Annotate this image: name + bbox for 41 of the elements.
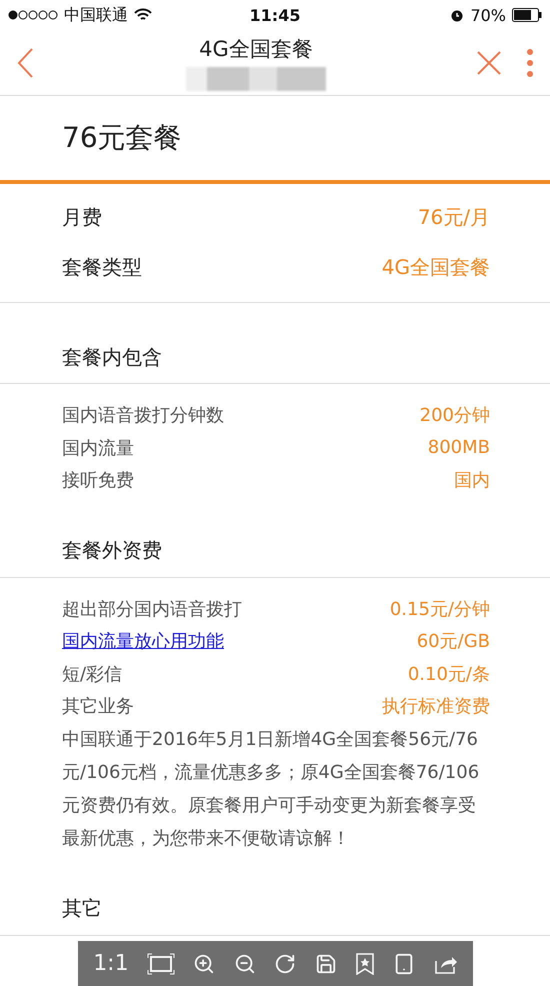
fee-value: 0.10元/条: [408, 662, 490, 686]
fee-value: 国内: [454, 469, 490, 492]
plan-title: 76元套餐: [62, 120, 182, 156]
save-icon[interactable]: [314, 952, 337, 974]
notice-paragraph: 中国联通于2016年5月1日新增4G全国套餐56元/76元/106元档，流量优惠多多；原4G全国套餐76/106元资费仍有效。原套餐用户可手动变更为新套餐享受最新优惠，为您带来不便敬请谅解！: [61, 728, 480, 850]
fee-value: 0.15元/分钟: [390, 598, 490, 621]
fee-label: 国内流量: [62, 436, 134, 460]
alarm-icon: [450, 8, 464, 22]
fee-value: 4G全国套餐: [382, 254, 490, 280]
fee-value: 执行标准资费: [382, 695, 490, 718]
more-button[interactable]: [526, 48, 534, 78]
carrier-name: 中国联通: [64, 4, 128, 26]
fee-label: 国内语音拨打分钟数: [62, 404, 224, 428]
battery-icon: [512, 8, 542, 22]
fee-value: 800MB: [428, 437, 490, 458]
signal-icon: [8, 10, 58, 20]
zoom-in-icon[interactable]: [193, 952, 216, 974]
feature-link[interactable]: 国内流量放心用功能: [62, 629, 224, 654]
battery-percent: 70%: [470, 6, 506, 24]
actual-size-button[interactable]: 1:1: [93, 951, 129, 976]
fee-label: 接听免费: [62, 469, 134, 492]
rotate-icon[interactable]: [274, 952, 296, 974]
status-time: 11:45: [250, 6, 300, 24]
close-button[interactable]: [476, 50, 502, 76]
fee-label: 短/彩信: [62, 662, 122, 686]
fee-value: 76元/月: [418, 204, 490, 230]
fee-value: 60元/GB: [416, 630, 490, 654]
wifi-icon: [134, 8, 152, 22]
fee-label: 其它业务: [62, 695, 134, 718]
fit-screen-icon[interactable]: [146, 952, 175, 974]
section-title: 其它: [62, 895, 102, 922]
bookmark-star-icon[interactable]: [354, 952, 375, 974]
tablet-icon[interactable]: [393, 952, 416, 974]
fee-label: 套餐类型: [62, 254, 142, 280]
zoom-out-icon[interactable]: [234, 952, 256, 974]
section-title: 套餐外资费: [62, 537, 162, 564]
fee-label: 超出部分国内语音拨打: [62, 598, 242, 621]
fee-value: 200分钟: [420, 404, 490, 428]
fee-label: 月费: [62, 204, 102, 230]
section-title: 套餐内包含: [62, 344, 162, 370]
page-title: 4G全国套餐: [199, 36, 313, 62]
